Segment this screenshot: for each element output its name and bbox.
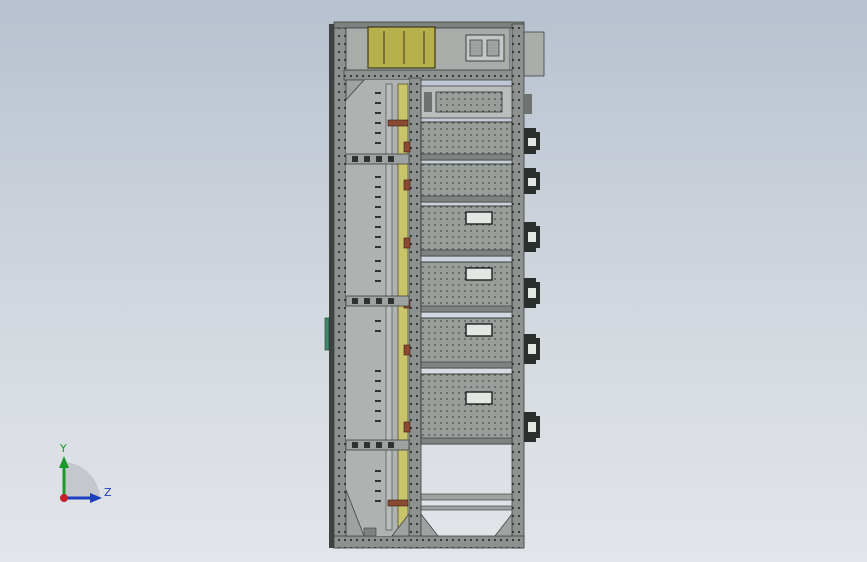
left-outer-rail: [329, 24, 334, 548]
top-terminal-box: [367, 26, 436, 69]
right-side-panel: [523, 31, 545, 77]
drawer-handle: [465, 391, 493, 405]
drawer-handle: [465, 267, 493, 281]
left-upright: [333, 23, 347, 549]
drawer-unit: [420, 373, 513, 445]
door-hinge: [324, 317, 330, 351]
right-upright: [511, 23, 525, 549]
triad-plane: [64, 462, 100, 498]
triad-x-axis: [60, 494, 68, 502]
drawer-stack: [420, 85, 513, 511]
cabinet-model[interactable]: [0, 0, 867, 562]
graphics-viewport[interactable]: Y Z: [0, 0, 867, 562]
operating-handles: [524, 94, 540, 442]
triad-y-label: Y: [59, 442, 67, 455]
drawer-handle: [465, 323, 493, 337]
top-rail: [343, 69, 523, 81]
bottom-frame: [333, 535, 525, 549]
drawer-handle: [465, 211, 493, 225]
center-upright: [408, 77, 422, 549]
triad-z-label: Z: [104, 486, 112, 499]
view-orientation-triad[interactable]: Y Z: [46, 440, 126, 510]
